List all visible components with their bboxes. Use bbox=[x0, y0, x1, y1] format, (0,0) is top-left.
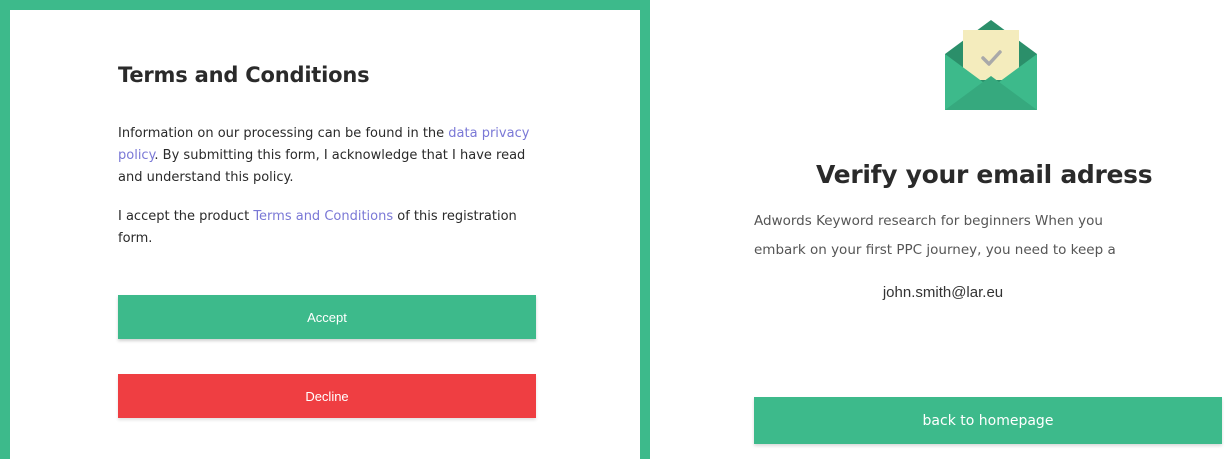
verify-title: Verify your email adress bbox=[816, 160, 1153, 189]
privacy-text-start: Information on our processing can be fou… bbox=[118, 126, 449, 141]
verify-description-line: Adwords Keyword research for beginners W… bbox=[754, 213, 1103, 229]
terms-title: Terms and Conditions bbox=[118, 63, 370, 87]
decline-button[interactable]: Decline bbox=[118, 374, 536, 418]
terms-text-start: I accept the product bbox=[118, 209, 254, 224]
verify-email-panel: Verify your email adress Adwords Keyword… bbox=[650, 0, 1225, 459]
verify-description: Adwords Keyword research for beginners W… bbox=[754, 207, 1224, 265]
terms-card: Terms and Conditions Information on our … bbox=[0, 0, 650, 459]
terms-conditions-link[interactable]: Terms and Conditions bbox=[253, 209, 393, 224]
terms-paragraph: I accept the product Terms and Condition… bbox=[118, 206, 548, 250]
user-email: john.smith@lar.eu bbox=[882, 284, 1004, 301]
privacy-text-end: . By submitting this form, I acknowledge… bbox=[118, 148, 526, 185]
privacy-paragraph: Information on our processing can be fou… bbox=[118, 123, 548, 189]
verify-description-line: embark on your first PPC journey, you ne… bbox=[754, 242, 1116, 258]
accept-button[interactable]: Accept bbox=[118, 295, 536, 339]
back-to-homepage-button[interactable]: back to homepage bbox=[754, 397, 1222, 444]
envelope-check-icon bbox=[945, 20, 1037, 110]
